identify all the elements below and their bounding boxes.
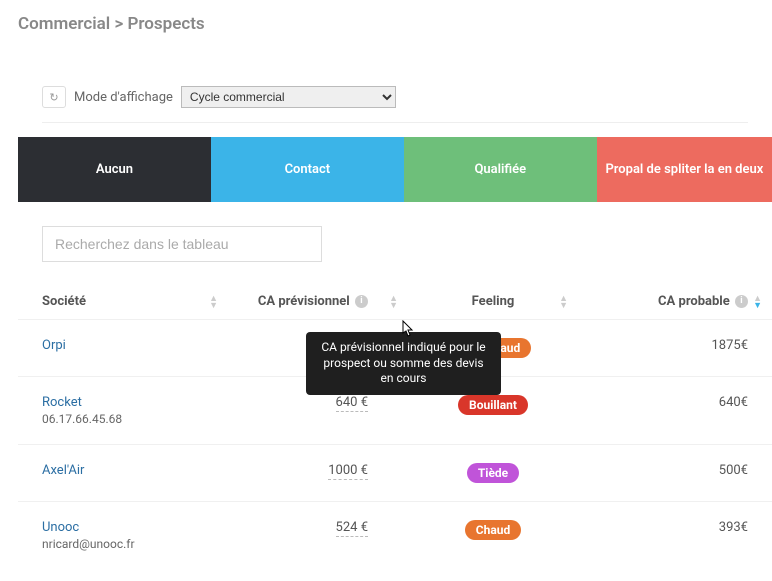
breadcrumb: Commercial > Prospects — [0, 0, 772, 44]
refresh-button[interactable]: ↻ — [42, 86, 66, 108]
col-ca-prev-label: CA prévisionnel — [258, 294, 350, 309]
cell-ca-prob: 1875€ — [578, 320, 772, 377]
cell-societe: Rocket 06.17.66.45.68 — [18, 377, 228, 445]
cell-societe: Orpi — [18, 320, 228, 377]
col-societe[interactable]: Société ▲▼ — [18, 286, 228, 320]
cell-societe: Unooc nricard@unooc.fr — [18, 502, 228, 570]
divider — [42, 122, 748, 123]
search-input[interactable] — [42, 226, 322, 262]
sort-icon[interactable]: ▲▼ — [209, 296, 218, 310]
col-societe-label: Société — [42, 294, 86, 309]
tab-qualifiee[interactable]: Qualifiée — [404, 137, 597, 202]
cell-ca-prev[interactable]: 1000 € — [228, 445, 408, 502]
tab-propal[interactable]: Propal de spliter la en deux — [597, 137, 772, 202]
col-ca-probable[interactable]: CA probable i ▲▼ — [578, 286, 772, 320]
prospects-table: Société ▲▼ CA prévisionnel i ▲▼ Feeling … — [18, 286, 772, 569]
breadcrumb-part1[interactable]: Commercial — [18, 14, 110, 34]
mode-select[interactable]: Cycle commercial — [181, 86, 396, 108]
stage-tabs: Aucun Contact Qualifiée Propal de splite… — [18, 137, 772, 202]
prospect-link[interactable]: Axel'Air — [42, 463, 84, 478]
prospect-link[interactable]: Rocket — [42, 395, 82, 410]
col-feeling[interactable]: Feeling ▲▼ — [408, 286, 578, 320]
col-feeling-label: Feeling — [472, 294, 515, 309]
tab-aucun[interactable]: Aucun — [18, 137, 211, 202]
breadcrumb-part2[interactable]: Prospects — [128, 14, 205, 34]
mode-label: Mode d'affichage — [74, 90, 173, 105]
breadcrumb-sep: > — [114, 14, 123, 34]
cell-ca-prob: 640€ — [578, 377, 772, 445]
prospect-sub: 06.17.66.45.68 — [42, 412, 216, 426]
refresh-icon: ↻ — [49, 91, 58, 104]
tooltip-ca-previsionnel: CA prévisionnel indiqué pour le prospect… — [306, 332, 501, 395]
sort-icon[interactable]: ▲▼ — [559, 296, 568, 310]
table-row: Unooc nricard@unooc.fr 524 € Chaud 393€ — [18, 502, 772, 570]
sort-icon[interactable]: ▲▼ — [389, 296, 398, 310]
cell-feeling: Chaud — [408, 502, 578, 570]
prospect-link[interactable]: Orpi — [42, 338, 66, 353]
info-icon[interactable]: i — [735, 295, 748, 308]
feeling-badge: Tiède — [467, 463, 519, 483]
prospect-sub: nricard@unooc.fr — [42, 537, 216, 551]
info-icon[interactable]: i — [355, 295, 368, 308]
feeling-badge: Bouillant — [458, 395, 528, 415]
prospect-link[interactable]: Unooc — [42, 520, 79, 535]
cell-societe: Axel'Air — [18, 445, 228, 502]
tab-contact[interactable]: Contact — [211, 137, 404, 202]
table-row: Axel'Air 1000 € Tiède 500€ — [18, 445, 772, 502]
feeling-badge: Chaud — [465, 520, 521, 540]
col-ca-prob-label: CA probable — [658, 294, 730, 309]
sort-icon[interactable]: ▲▼ — [753, 296, 762, 310]
cell-ca-prev[interactable]: 524 € — [228, 502, 408, 570]
cell-feeling: Tiède — [408, 445, 578, 502]
cell-ca-prob: 393€ — [578, 502, 772, 570]
col-ca-previsionnel[interactable]: CA prévisionnel i ▲▼ — [228, 286, 408, 320]
cell-ca-prob: 500€ — [578, 445, 772, 502]
